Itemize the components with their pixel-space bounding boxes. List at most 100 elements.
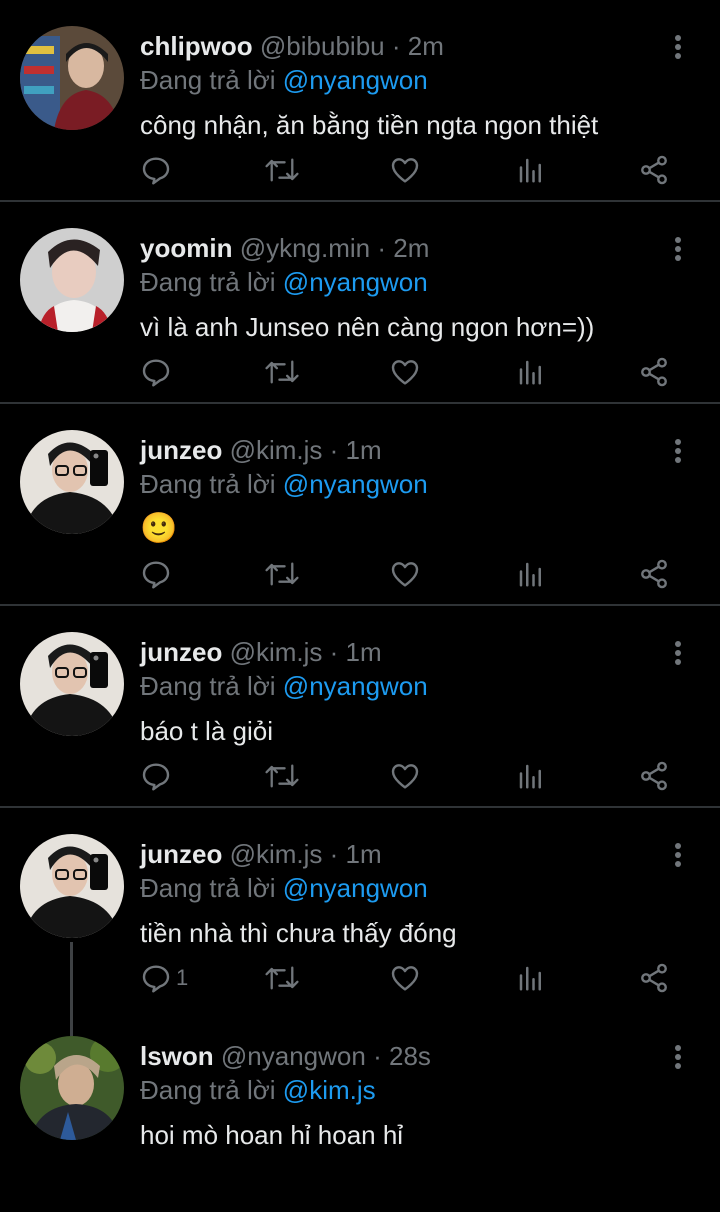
share-button[interactable] bbox=[638, 352, 670, 392]
views-button[interactable] bbox=[516, 756, 546, 796]
username[interactable]: @nyangwon bbox=[221, 1041, 366, 1071]
views-button[interactable] bbox=[516, 352, 546, 392]
more-vertical-icon[interactable] bbox=[668, 434, 688, 468]
avatar[interactable] bbox=[20, 26, 124, 130]
like-button[interactable] bbox=[388, 150, 422, 190]
reply-count: 1 bbox=[176, 965, 189, 990]
analytics-icon bbox=[519, 562, 541, 587]
reply-mention[interactable]: @nyangwon bbox=[283, 671, 428, 701]
tweet[interactable]: junzeo @kim.js · 1m Đang trả lời @nyangw… bbox=[0, 606, 720, 808]
timestamp[interactable]: 1m bbox=[346, 637, 382, 667]
tweet-text: tiền nhà thì chưa thấy đóng bbox=[140, 918, 457, 948]
reply-context: Đang trả lời @nyangwon bbox=[140, 872, 428, 904]
reply-button[interactable]: 1 bbox=[140, 958, 188, 998]
display-name[interactable]: lswon bbox=[140, 1041, 214, 1071]
analytics-icon bbox=[519, 764, 541, 789]
tweet[interactable]: lswon @nyangwon · 28s Đang trả lời @kim.… bbox=[0, 1010, 720, 1212]
tweet[interactable]: yoomin @ykng.min · 2m Đang trả lời @nyan… bbox=[0, 202, 720, 404]
avatar[interactable] bbox=[20, 430, 124, 534]
share-button[interactable] bbox=[638, 958, 670, 998]
reply-mention[interactable]: @kim.js bbox=[283, 1075, 376, 1105]
avatar[interactable] bbox=[20, 228, 124, 332]
views-button[interactable] bbox=[516, 150, 546, 190]
avatar[interactable] bbox=[20, 1036, 124, 1140]
like-button[interactable] bbox=[388, 352, 422, 392]
comment-icon bbox=[142, 561, 170, 589]
share-icon bbox=[641, 761, 667, 791]
share-button[interactable] bbox=[638, 554, 670, 594]
tweet[interactable]: junzeo @kim.js · 1m Đang trả lời @nyangw… bbox=[0, 808, 720, 1010]
reply-button[interactable] bbox=[140, 352, 176, 392]
reply-mention[interactable]: @nyangwon bbox=[283, 65, 428, 95]
retweet-button[interactable] bbox=[264, 150, 300, 190]
separator-dot: · bbox=[391, 31, 401, 61]
username[interactable]: @bibubibu bbox=[260, 31, 385, 61]
share-icon bbox=[641, 155, 667, 185]
more-vertical-icon[interactable] bbox=[668, 30, 688, 64]
views-button[interactable] bbox=[516, 958, 546, 998]
tweet-text: báo t là giỏi bbox=[140, 716, 273, 746]
like-button[interactable] bbox=[388, 554, 422, 594]
display-name[interactable]: junzeo bbox=[140, 637, 222, 667]
username[interactable]: @kim.js bbox=[230, 839, 323, 869]
heart-icon bbox=[391, 158, 419, 183]
display-name[interactable]: yoomin bbox=[140, 233, 232, 263]
reply-mention[interactable]: @nyangwon bbox=[283, 267, 428, 297]
views-button[interactable] bbox=[516, 554, 546, 594]
analytics-icon bbox=[519, 360, 541, 385]
display-name[interactable]: junzeo bbox=[140, 435, 222, 465]
retweet-button[interactable] bbox=[264, 352, 300, 392]
tweet-text: vì là anh Junseo nên càng ngon hơn=)) bbox=[140, 312, 595, 342]
separator-dot: · bbox=[377, 233, 387, 263]
retweet-icon bbox=[265, 764, 299, 788]
reply-mention[interactable]: @nyangwon bbox=[283, 469, 428, 499]
like-button[interactable] bbox=[388, 958, 422, 998]
avatar[interactable] bbox=[20, 632, 124, 736]
retweet-icon bbox=[265, 562, 299, 586]
tweet-header: chlipwoo @bibubibu · 2m bbox=[140, 30, 444, 62]
more-vertical-icon[interactable] bbox=[668, 1040, 688, 1074]
timestamp[interactable]: 28s bbox=[389, 1041, 431, 1071]
action-bar bbox=[0, 352, 720, 392]
reply-mention[interactable]: @nyangwon bbox=[283, 873, 428, 903]
action-bar: 1 bbox=[0, 958, 720, 998]
timestamp[interactable]: 1m bbox=[346, 435, 382, 465]
reply-context: Đang trả lời @nyangwon bbox=[140, 64, 428, 96]
tweet-header: junzeo @kim.js · 1m bbox=[140, 838, 382, 870]
reply-button[interactable] bbox=[140, 756, 176, 796]
timestamp[interactable]: 1m bbox=[346, 839, 382, 869]
more-vertical-icon[interactable] bbox=[668, 636, 688, 670]
display-name[interactable]: junzeo bbox=[140, 839, 222, 869]
retweet-button[interactable] bbox=[264, 756, 300, 796]
tweet-text: công nhận, ăn bằng tiền ngta ngon thiệt bbox=[140, 110, 599, 140]
action-bar bbox=[0, 756, 720, 796]
more-vertical-icon[interactable] bbox=[668, 838, 688, 872]
tweet[interactable]: chlipwoo @bibubibu · 2m Đang trả lời @ny… bbox=[0, 0, 720, 202]
retweet-button[interactable] bbox=[264, 958, 300, 998]
share-button[interactable] bbox=[638, 150, 670, 190]
separator-dot: · bbox=[329, 435, 339, 465]
reply-prefix: Đang trả lời bbox=[140, 65, 276, 95]
reply-button[interactable] bbox=[140, 150, 176, 190]
timestamp[interactable]: 2m bbox=[393, 233, 429, 263]
retweet-button[interactable] bbox=[264, 554, 300, 594]
action-bar bbox=[0, 150, 720, 190]
comment-icon bbox=[142, 965, 170, 993]
separator-dot: · bbox=[329, 839, 339, 869]
more-vertical-icon[interactable] bbox=[668, 232, 688, 266]
display-name[interactable]: chlipwoo bbox=[140, 31, 253, 61]
like-button[interactable] bbox=[388, 756, 422, 796]
comment-icon bbox=[142, 359, 170, 387]
username[interactable]: @ykng.min bbox=[240, 233, 370, 263]
timestamp[interactable]: 2m bbox=[408, 31, 444, 61]
reply-button[interactable] bbox=[140, 554, 176, 594]
tweet-header: yoomin @ykng.min · 2m bbox=[140, 232, 429, 264]
username[interactable]: @kim.js bbox=[230, 637, 323, 667]
share-button[interactable] bbox=[638, 756, 670, 796]
username[interactable]: @kim.js bbox=[230, 435, 323, 465]
share-icon bbox=[641, 559, 667, 589]
tweet[interactable]: junzeo @kim.js · 1m Đang trả lời @nyangw… bbox=[0, 404, 720, 606]
heart-icon bbox=[391, 764, 419, 789]
reply-prefix: Đang trả lời bbox=[140, 267, 276, 297]
avatar[interactable] bbox=[20, 834, 124, 938]
